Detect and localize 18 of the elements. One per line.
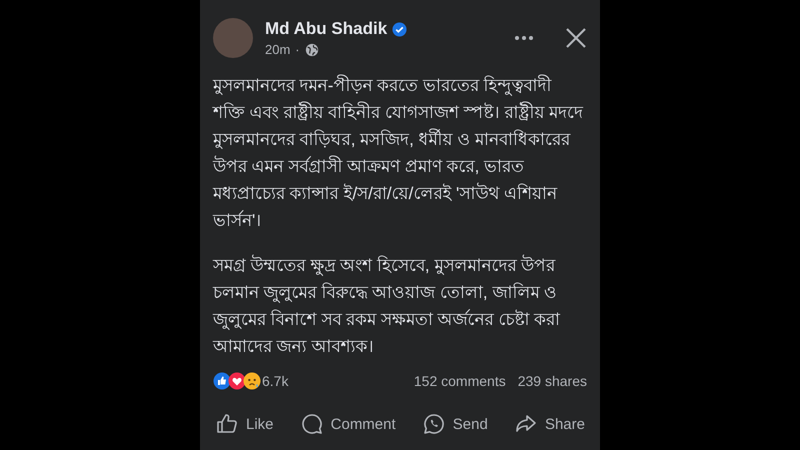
share-button[interactable]: Share (514, 412, 585, 436)
reaction-count[interactable]: 6.7k (262, 373, 288, 389)
like-button[interactable]: Like (215, 412, 274, 436)
author-name[interactable]: Md Abu Shadik (265, 19, 388, 39)
close-button[interactable] (565, 27, 587, 49)
separator: · (295, 42, 300, 57)
share-count[interactable]: 239 shares (518, 373, 587, 389)
post-time[interactable]: 20m (265, 42, 290, 57)
post-paragraph: মুসলমানদের দমন-পীড়ন করতে ভারতের হিন্দুত্ববাদী শক্তি এবং রাষ্ট্রীয় বাহিনীর যোগসাজশ স্পষ্ট। রাষ্ট্রীয় মদদে মুসলমানদের বাড়িঘর, মসজিদ, ধর্মীয় ও মানবাধিকারের উপর এমন সর্বগ্রাসী আক্রমণ প্রমাণ করে, ভারত মধ্যপ্রাচ্যের ক্যান্সার ই/স/রা/য়ে/লেরই 'সাউথ এশিয়ান ভার্সন'। (213, 74, 584, 232)
send-button[interactable]: Send (422, 412, 488, 436)
globe-icon (304, 42, 319, 56)
post-paragraph: সমগ্র উম্মতের ক্ষুদ্র অংশ হিসেবে, মুসলমানদের উপর চলমান জুলুমের বিরুদ্ধে আওয়াজ তোলা, জালিম ও জুলুমের বিনাশে সব রকম সক্ষমতা অর্জনের চেষ্টা করা আমাদের জন্য আবশ্যক। (213, 254, 562, 358)
reaction-icons[interactable] (213, 372, 258, 390)
thumbs-up-icon (215, 412, 239, 436)
comment-button[interactable]: Comment (300, 412, 396, 436)
chat-phone-icon (422, 412, 446, 436)
speech-bubble-icon (300, 412, 324, 436)
comment-count[interactable]: 152 comments (414, 373, 506, 389)
